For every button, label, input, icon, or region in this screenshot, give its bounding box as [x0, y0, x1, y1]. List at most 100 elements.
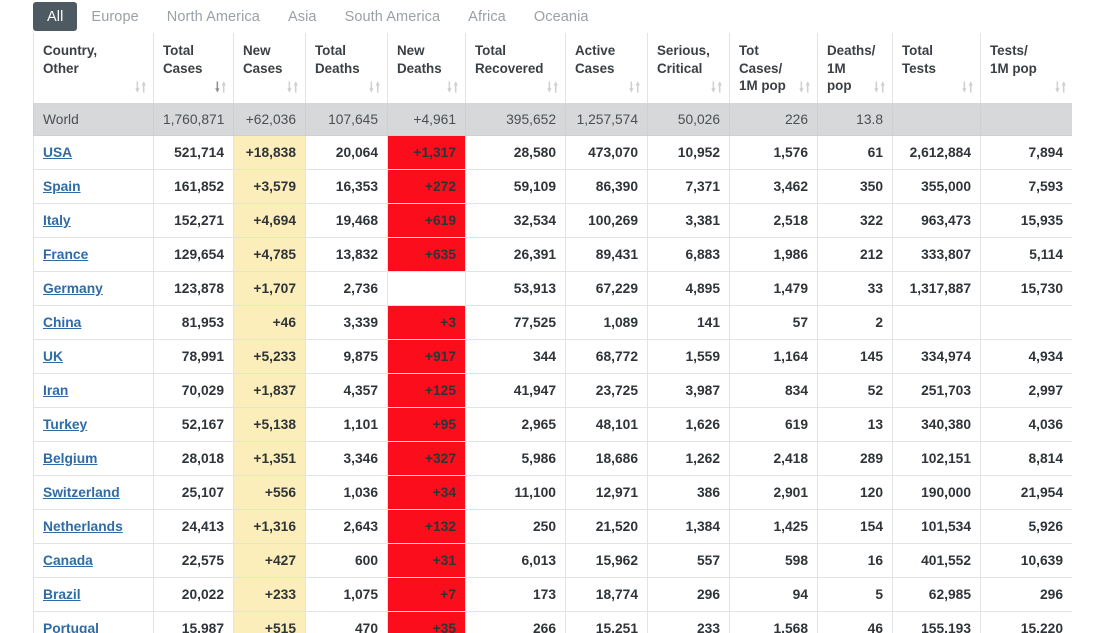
- column-header-total-tests[interactable]: Total Tests: [892, 33, 981, 106]
- country-link[interactable]: Germany: [43, 281, 103, 296]
- cell-deaths-per-1m: 350: [817, 169, 893, 204]
- cell-serious-critical: 50,026: [647, 104, 730, 136]
- country-cell: Spain: [33, 169, 154, 204]
- column-header-new-cases[interactable]: New Cases: [233, 33, 306, 106]
- cell-new-cases: +1,351: [233, 441, 306, 476]
- cell-total-deaths: 1,101: [305, 407, 388, 442]
- column-header-total-deaths[interactable]: Total Deaths: [305, 33, 388, 106]
- cell-deaths-per-1m: 289: [817, 441, 893, 476]
- cell-total-recovered: 2,965: [465, 407, 566, 442]
- cell-new-cases: +4,694: [233, 203, 306, 238]
- cell-total-tests: 963,473: [892, 203, 981, 238]
- cell-total-tests: [892, 305, 981, 340]
- column-header-total-cases[interactable]: Total Cases: [153, 33, 234, 106]
- cell-new-deaths: +34: [387, 475, 466, 510]
- country-link[interactable]: UK: [43, 349, 63, 364]
- column-header-line2: Deaths: [397, 60, 442, 76]
- column-header-new-deaths[interactable]: New Deaths: [387, 33, 466, 106]
- column-header-serious-critical[interactable]: Serious, Critical: [647, 33, 730, 106]
- table-row: Belgium 28,018 +1,351 3,346 +327 5,986 18,686 1…: [33, 441, 1072, 476]
- cell-active-cases: 23,725: [565, 373, 648, 408]
- column-header-line1: Serious,: [657, 43, 710, 58]
- cell-total-deaths: 2,736: [305, 271, 388, 306]
- cell-active-cases: 1,257,574: [565, 104, 648, 136]
- cell-serious-critical: 1,262: [647, 441, 730, 476]
- country-cell: Turkey: [33, 407, 154, 442]
- region-tab-north-america[interactable]: North America: [153, 2, 274, 31]
- country-link[interactable]: Italy: [43, 213, 71, 228]
- country-link[interactable]: Switzerland: [43, 485, 120, 500]
- cell-total-cases: 81,953: [153, 305, 234, 340]
- cell-active-cases: 12,971: [565, 475, 648, 510]
- cell-new-cases: +1,837: [233, 373, 306, 408]
- column-header-line2: Deaths: [315, 60, 360, 76]
- country-link[interactable]: France: [43, 247, 88, 262]
- cell-tests-per-1m: 5,926: [980, 509, 1072, 544]
- cell-new-cases: +1,316: [233, 509, 306, 544]
- cell-total-deaths: 20,064: [305, 135, 388, 170]
- column-header-line1: Country,: [43, 43, 98, 58]
- cell-tests-per-1m: 15,220: [980, 611, 1072, 633]
- cell-active-cases: 1,089: [565, 305, 648, 340]
- cell-deaths-per-1m: 46: [817, 611, 893, 633]
- country-link[interactable]: USA: [43, 145, 72, 160]
- column-header-tot-cases-1m-pop[interactable]: Tot Cases/1M pop: [729, 33, 818, 106]
- cell-serious-critical: 1,559: [647, 339, 730, 374]
- region-tab-oceania[interactable]: Oceania: [520, 2, 603, 31]
- cell-new-cases: +556: [233, 475, 306, 510]
- cell-total-deaths: 3,346: [305, 441, 388, 476]
- column-header-line2: 1M pop: [739, 78, 786, 94]
- column-header-line1: Total: [902, 43, 933, 58]
- region-tab-asia[interactable]: Asia: [274, 2, 331, 31]
- region-tab-all[interactable]: All: [33, 2, 78, 31]
- column-header-line1: Deaths/: [827, 43, 876, 58]
- country-link[interactable]: Brazil: [43, 587, 81, 602]
- country-link[interactable]: Iran: [43, 383, 68, 398]
- cell-serious-critical: 3,381: [647, 203, 730, 238]
- cell-deaths-per-1m: 5: [817, 577, 893, 612]
- region-tabs[interactable]: All Europe North America Asia South America A…: [33, 2, 603, 31]
- cell-total-cases: 22,575: [153, 543, 234, 578]
- column-header-active-cases[interactable]: Active Cases: [565, 33, 648, 106]
- column-header-line2: Critical: [657, 60, 703, 76]
- cell-serious-critical: 10,952: [647, 135, 730, 170]
- cell-total-recovered: 26,391: [465, 237, 566, 272]
- region-tab-europe[interactable]: Europe: [77, 2, 152, 31]
- region-tab-south-america[interactable]: South America: [331, 2, 455, 31]
- cell-total-tests: 340,380: [892, 407, 981, 442]
- column-header-tests-1m-pop[interactable]: Tests/1M pop: [980, 33, 1072, 106]
- country-link[interactable]: Portugal: [43, 621, 99, 633]
- country-link[interactable]: Turkey: [43, 417, 87, 432]
- cell-total-tests: 1,317,887: [892, 271, 981, 306]
- cell-cases-per-1m: 619: [729, 407, 818, 442]
- table-row: Canada 22,575 +427 600 +31 6,013 15,962 557 598 1…: [33, 543, 1072, 578]
- cell-tests-per-1m: 2,997: [980, 373, 1072, 408]
- country-cell: Portugal: [33, 611, 154, 633]
- country-cell: Belgium: [33, 441, 154, 476]
- region-tab-africa[interactable]: Africa: [454, 2, 520, 31]
- column-header-deaths-1m-pop[interactable]: Deaths/1M pop: [817, 33, 893, 106]
- country-link[interactable]: Canada: [43, 553, 93, 568]
- cell-total-cases: 15,987: [153, 611, 234, 633]
- column-header-total-recovered[interactable]: Total Recovered: [465, 33, 566, 106]
- table-row: Portugal 15,987 +515 470 +35 266 15,251 233 1,56…: [33, 611, 1072, 633]
- column-header-line1: Total: [475, 43, 506, 58]
- column-header-line1: Total: [315, 43, 346, 58]
- cell-tests-per-1m: 15,730: [980, 271, 1072, 306]
- country-link[interactable]: China: [43, 315, 81, 330]
- column-header-country-other[interactable]: Country, Other: [33, 33, 154, 106]
- cell-serious-critical: 6,883: [647, 237, 730, 272]
- cell-total-recovered: 5,986: [465, 441, 566, 476]
- cell-new-cases: +62,036: [233, 104, 306, 136]
- cell-new-deaths: +95: [387, 407, 466, 442]
- countries-table-container[interactable]: Country, Other Total Cases New Cases Total Deat…: [33, 33, 1072, 633]
- cell-total-recovered: 28,580: [465, 135, 566, 170]
- cell-new-deaths: +327: [387, 441, 466, 476]
- country-link[interactable]: Netherlands: [43, 519, 123, 534]
- country-link[interactable]: Spain: [43, 179, 81, 194]
- column-header-line1: Tot Cases/: [739, 43, 783, 76]
- cell-serious-critical: 386: [647, 475, 730, 510]
- country-link[interactable]: Belgium: [43, 451, 97, 466]
- country-cell: UK: [33, 339, 154, 374]
- cell-cases-per-1m: 598: [729, 543, 818, 578]
